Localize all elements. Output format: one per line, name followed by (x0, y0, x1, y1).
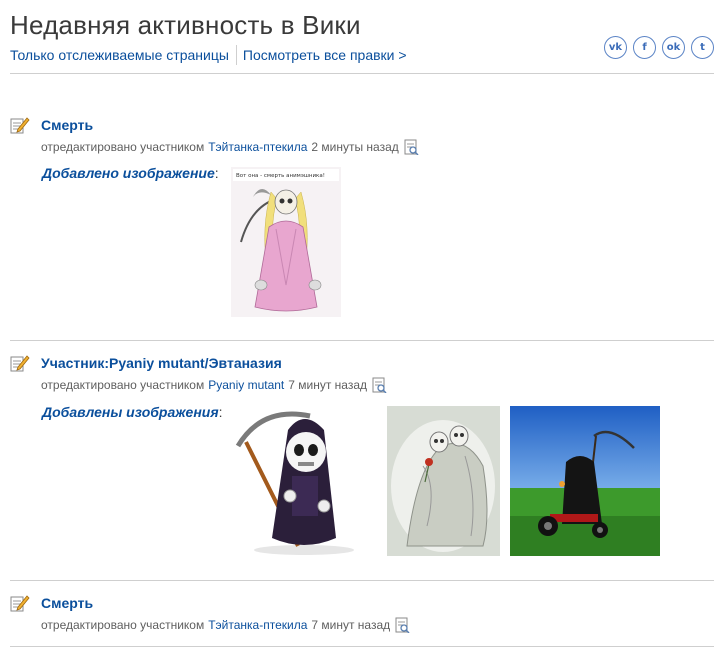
entry-1-user-link[interactable]: Тэйтанка-птекила (208, 140, 307, 154)
reaper-on-tricycle-image[interactable] (510, 406, 660, 556)
social-share-bar: vk f ok t (604, 36, 714, 59)
filter-all-link[interactable]: Посмотреть все правки > (243, 47, 407, 63)
image-caption-text: Вот она - смерть анимэшника! (236, 173, 325, 179)
entry-divider-1 (10, 340, 714, 341)
entry-3-user-link[interactable]: Тэйтанка-птекила (208, 618, 307, 632)
activity-filters: Только отслеживаемые страницы Посмотреть… (10, 45, 407, 65)
diff-page-icon[interactable] (394, 617, 410, 633)
skeleton-lovers-image[interactable] (387, 406, 500, 556)
entry-2-meta: отредактировано участником Pyaniy mutant… (41, 377, 387, 393)
entry-2-added-text: Добавлены изображения (42, 404, 219, 420)
page-title: Недавняя активность в Вики (10, 10, 361, 40)
diff-page-icon[interactable] (371, 377, 387, 393)
entry-divider-2 (10, 580, 714, 581)
entry-divider-3 (10, 646, 714, 647)
entry-3-title-link[interactable]: Смерть (41, 595, 93, 611)
entry-1-title-link[interactable]: Смерть (41, 117, 93, 133)
entry-2-meta-prefix: отредактировано участником (41, 378, 205, 392)
odnoklassniki-share-icon[interactable]: ok (662, 36, 685, 59)
filter-divider (235, 45, 237, 65)
entry-1-added-text: Добавлено изображение (42, 165, 215, 181)
anime-death-girl-image[interactable]: Вот она - смерть анимэшника! (231, 167, 341, 317)
entry-2-added-label: Добавлены изображения: (42, 404, 223, 420)
diff-page-icon[interactable] (403, 139, 419, 155)
entry-1-meta-prefix: отредактировано участником (41, 140, 205, 154)
entry-3-time: 7 минут назад (311, 618, 391, 632)
twitter-share-icon[interactable]: t (691, 36, 714, 59)
edit-pencil-icon (10, 117, 30, 134)
entry-1-meta: отредактировано участником Тэйтанка-птек… (41, 139, 419, 155)
entry-1-added-label: Добавлено изображение: (42, 165, 219, 181)
entry-2-user-link[interactable]: Pyaniy mutant (208, 378, 284, 392)
entry-2-time: 7 минут назад (288, 378, 368, 392)
facebook-share-icon[interactable]: f (633, 36, 656, 59)
entry-3-meta: отредактировано участником Тэйтанка-птек… (41, 617, 410, 633)
edit-pencil-icon (10, 355, 30, 372)
entry-1-time: 2 минуты назад (311, 140, 399, 154)
header-divider (10, 73, 714, 74)
vk-share-icon[interactable]: vk (604, 36, 627, 59)
entry-2-title-link[interactable]: Участник:Pyaniy mutant/Эвтаназия (41, 355, 282, 371)
entry-3-meta-prefix: отредактировано участником (41, 618, 205, 632)
chibi-reaper-image[interactable] (232, 406, 380, 556)
filter-watched-link[interactable]: Только отслеживаемые страницы (10, 47, 229, 63)
edit-pencil-icon (10, 595, 30, 612)
